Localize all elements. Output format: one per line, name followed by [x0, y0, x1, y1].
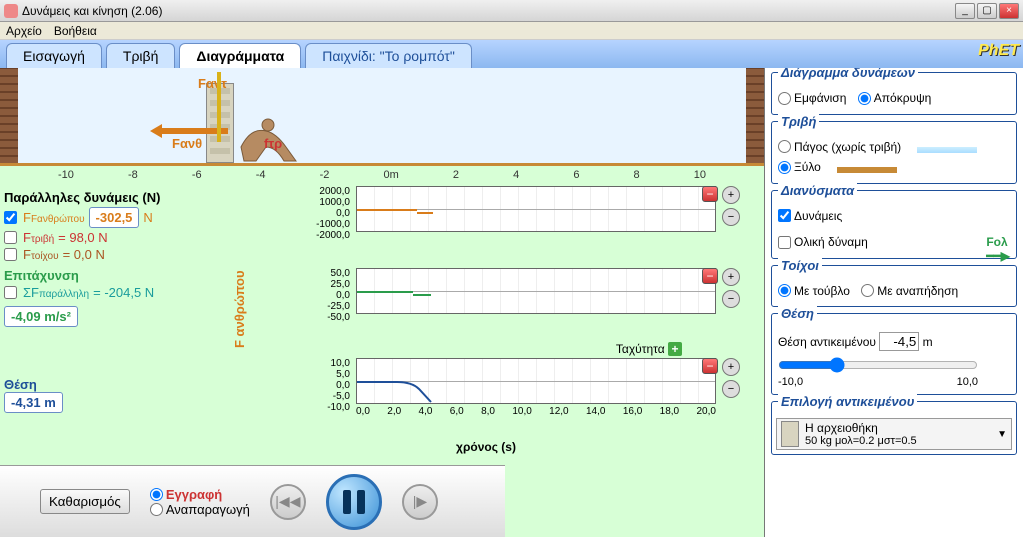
position-plot-canvas[interactable] [356, 358, 716, 404]
menu-bar: Αρχείο Βοήθεια [0, 22, 1023, 40]
object-desc: 50 kg μολ=0.2 μστ=0.5 [805, 435, 917, 447]
x-axis-label: χρόνος (s) [256, 440, 716, 454]
force-label-favt: Fαντ [198, 76, 227, 91]
tab-friction[interactable]: Τριβή [106, 43, 175, 68]
accel-plot-canvas[interactable] [356, 268, 716, 314]
friction-group: Τριβή Πάγος (χωρίς τριβή) Ξύλο [771, 121, 1017, 184]
accel-plot: 50,025,00,0-25,0-50,0 − + − [256, 268, 716, 324]
force-label-ftr: fτρ [264, 136, 282, 151]
force-plot: 2000,01000,00,0-1000,0-2000,0 − + − [256, 186, 716, 248]
tab-charts[interactable]: Διαγράμματα [179, 43, 301, 68]
playback-bar: Καθαρισμός Εγγραφή Αναπαραγωγή |◀◀ |▶ [0, 465, 505, 537]
label-sigmaf: ΣFπαράλληλη [23, 285, 89, 300]
label-playback: Αναπαραγωγή [166, 502, 250, 517]
radio-bounce-walls[interactable]: Με αναπήδηση [861, 284, 958, 298]
checkbox-fwall[interactable] [4, 248, 17, 261]
tab-game[interactable]: Παιχνίδι: "Το ρομπότ" [305, 43, 472, 68]
object-dropdown[interactable]: Η αρχειοθήκη 50 kg μολ=0.2 μστ=0.5 ▼ [776, 418, 1012, 450]
velocity-add-label: Ταχύτητα + [616, 342, 682, 356]
radio-show-diagram[interactable]: Εμφάνιση [778, 91, 846, 105]
position-input-label: Θέση αντικειμένου [778, 335, 876, 349]
cabinet-icon [781, 421, 799, 447]
position-header: Θέση [4, 377, 224, 392]
checkbox-sigmaf[interactable] [4, 286, 17, 299]
ice-swatch [917, 147, 977, 153]
tabs-bar: Εισαγωγή Τριβή Διαγράμματα Παιχνίδι: "Το… [0, 40, 1023, 68]
position-plot-zoom-out[interactable]: − [722, 380, 740, 398]
add-velocity-plot[interactable]: + [668, 342, 682, 356]
force-plot-zoom-out[interactable]: − [722, 208, 740, 226]
window-title: Δυνάμεις και κίνηση (2.06) [22, 4, 953, 18]
label-ffriction: Fτριβή [23, 230, 54, 245]
left-wall [0, 68, 18, 163]
force-diagram-group: Διάγραμμα δυνάμεων Εμφάνιση Απόκρυψη [771, 72, 1017, 115]
maximize-button[interactable]: ▢ [977, 3, 997, 19]
step-button[interactable]: |▶ [402, 484, 438, 520]
force-label-fanth: Fανθ [172, 136, 202, 151]
vertical-force-arrow [216, 72, 222, 142]
readout-panel: Παράλληλες δυνάμεις (N) FFανθρώπου -302,… [4, 184, 224, 413]
play-pause-button[interactable] [326, 474, 382, 530]
parallel-forces-header: Παράλληλες δυνάμεις (N) [4, 190, 224, 205]
fol-indicator: Fολ━━▶ [986, 235, 1010, 263]
vectors-group: Διανύσματα Δυνάμεις Ολική δύναμη Fολ━━▶ [771, 190, 1017, 259]
accel-plot-zoom-in[interactable]: + [722, 268, 740, 286]
label-fwall: Fτοίχου [23, 247, 59, 262]
force-plot-close[interactable]: − [702, 186, 718, 202]
wood-swatch [837, 167, 897, 173]
tab-intro[interactable]: Εισαγωγή [6, 43, 102, 68]
walls-group: Τοίχοι Με τούβλο Με αναπήδηση [771, 265, 1017, 308]
label-record: Εγγραφή [166, 487, 222, 502]
menu-help[interactable]: Βοήθεια [54, 24, 97, 38]
accel-header: Επιτάχυνση [4, 268, 224, 283]
radio-wood[interactable]: Ξύλο [778, 160, 821, 174]
accel-plot-close[interactable]: − [702, 268, 718, 284]
minimize-button[interactable]: _ [955, 3, 975, 19]
phet-logo: PhET [978, 42, 1019, 60]
position-ruler: -10-8-6-4-20m246810 [0, 166, 764, 184]
radio-ice[interactable]: Πάγος (χωρίς τριβή) [778, 140, 901, 154]
stage: Fαντ Fανθ fτρ [0, 68, 764, 166]
value-fanth[interactable]: -302,5 [89, 207, 140, 228]
accel-value: -4,09 m/s² [4, 306, 78, 327]
title-bar: Δυνάμεις και κίνηση (2.06) _ ▢ × [0, 0, 1023, 22]
position-plot-zoom-in[interactable]: + [722, 358, 740, 376]
checkbox-total-force[interactable]: Ολική δύναμη [778, 235, 868, 249]
accel-plot-zoom-out[interactable]: − [722, 290, 740, 308]
position-group: Θέση Θέση αντικειμένου m -10,010,0 [771, 313, 1017, 395]
value-ffriction: = 98,0 N [58, 230, 108, 245]
radio-hide-diagram[interactable]: Απόκρυψη [858, 91, 932, 105]
chevron-down-icon: ▼ [997, 429, 1007, 440]
checkbox-forces[interactable]: Δυνάμεις [778, 209, 842, 223]
checkbox-fanth[interactable] [4, 211, 17, 224]
radio-record[interactable] [150, 488, 163, 501]
position-slider[interactable] [778, 357, 978, 373]
menu-file[interactable]: Αρχείο [6, 24, 42, 38]
value-fwall: = 0,0 N [63, 247, 105, 262]
radio-playback[interactable] [150, 503, 163, 516]
checkbox-ffriction[interactable] [4, 231, 17, 244]
vertical-force-label: F ανθρώπου [232, 270, 247, 348]
close-button[interactable]: × [999, 3, 1019, 19]
plots-area: 2000,01000,00,0-1000,0-2000,0 − + − 50,0… [256, 186, 716, 454]
rewind-button[interactable]: |◀◀ [270, 484, 306, 520]
object-name: Η αρχειοθήκη [805, 421, 917, 435]
position-input[interactable] [879, 332, 919, 351]
right-wall [746, 68, 764, 163]
controls-panel: Διάγραμμα δυνάμεων Εμφάνιση Απόκρυψη Τρι… [764, 68, 1023, 537]
position-plot-close[interactable]: − [702, 358, 718, 374]
force-plot-canvas[interactable] [356, 186, 716, 232]
radio-brick-walls[interactable]: Με τούβλο [778, 284, 850, 298]
force-plot-zoom-in[interactable]: + [722, 186, 740, 204]
value-sigmaf: = -204,5 N [93, 285, 154, 300]
position-plot: Ταχύτητα + 10,05,00,0-5,0-10,0 − + − 0,0… [256, 358, 716, 420]
object-select-group: Επιλογή αντικειμένου Η αρχειοθήκη 50 kg … [771, 401, 1017, 455]
label-fanth: FFανθρώπου [23, 210, 85, 225]
clear-button[interactable]: Καθαρισμός [40, 489, 130, 514]
position-value: -4,31 m [4, 392, 63, 413]
java-icon [4, 4, 18, 18]
